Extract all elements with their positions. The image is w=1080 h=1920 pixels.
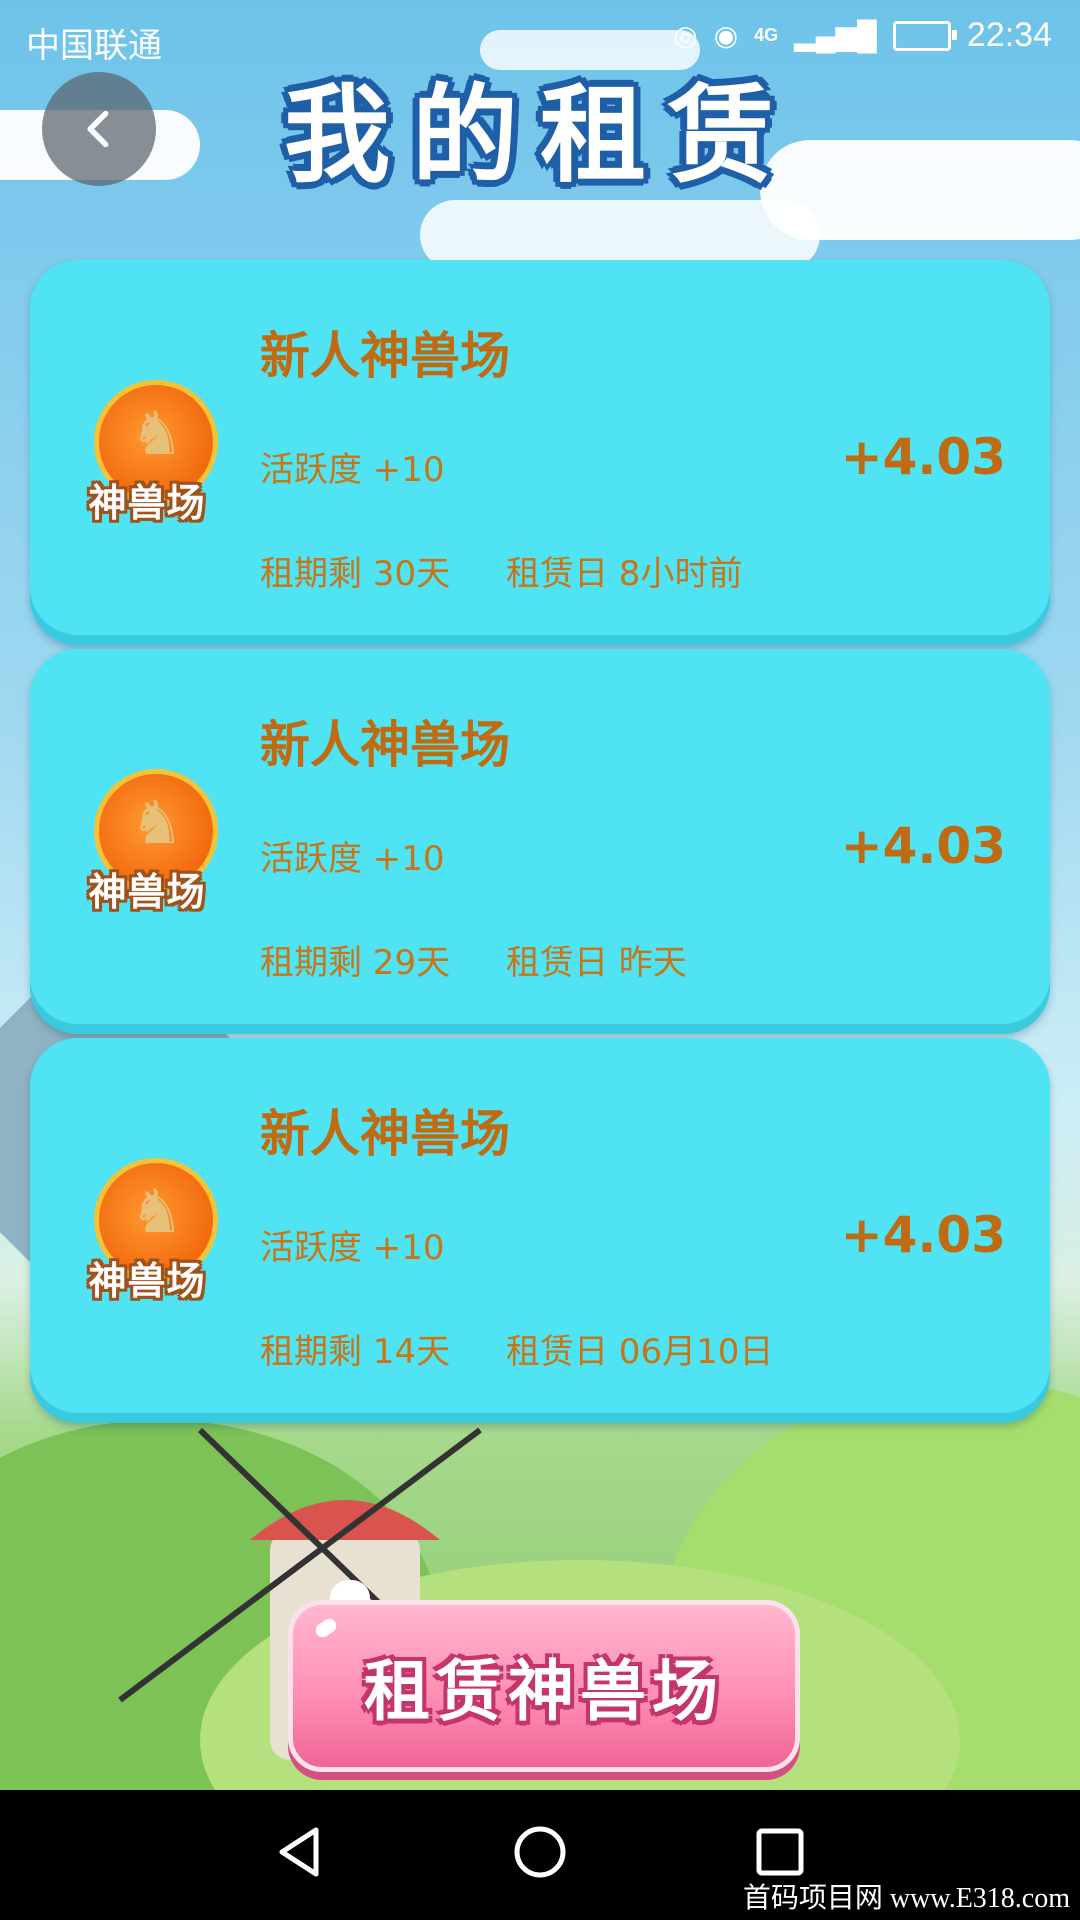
- chevron-left-icon: [87, 110, 109, 148]
- deer-icon: ♞: [130, 788, 184, 858]
- beast-farm-logo: ♞ 神兽场: [72, 380, 222, 530]
- back-button[interactable]: [42, 72, 156, 186]
- button-shine: [312, 1615, 340, 1641]
- rental-card[interactable]: ♞ 神兽场 新人神兽场 活跃度 +10 租期剩 30天 租赁日 8小时前 +4.…: [30, 260, 1050, 645]
- rental-activity: 活跃度 +10: [260, 450, 445, 490]
- rental-name: 新人神兽场: [260, 327, 510, 385]
- rental-amount: +4.03: [840, 428, 1006, 486]
- rental-card[interactable]: ♞ 神兽场 新人神兽场 活跃度 +10 租期剩 29天 租赁日 昨天 +4.03: [30, 649, 1050, 1034]
- rent-button-label: 租赁神兽场: [364, 1653, 724, 1730]
- logo-text: 神兽场: [88, 481, 206, 525]
- home-circle-icon[interactable]: [510, 1822, 570, 1882]
- back-triangle-icon[interactable]: [270, 1822, 330, 1882]
- rental-term-remaining: 租期剩 29天: [260, 943, 451, 983]
- deer-icon: ♞: [130, 1177, 184, 1247]
- rental-term-remaining: 租期剩 30天: [260, 554, 451, 594]
- beast-farm-logo: ♞ 神兽场: [72, 769, 222, 919]
- rental-date: 租赁日 06月10日: [506, 1332, 774, 1372]
- rental-date: 租赁日 昨天: [506, 943, 687, 983]
- logo-text: 神兽场: [88, 1259, 206, 1303]
- deer-icon: ♞: [130, 399, 184, 469]
- beast-farm-logo: ♞ 神兽场: [72, 1158, 222, 1308]
- watermark: 首码项目网 www.E318.com: [742, 1883, 1070, 1914]
- rental-term-remaining: 租期剩 14天: [260, 1332, 451, 1372]
- rental-name: 新人神兽场: [260, 1105, 510, 1163]
- rental-card[interactable]: ♞ 神兽场 新人神兽场 活跃度 +10 租期剩 14天 租赁日 06月10日 +…: [30, 1038, 1050, 1423]
- network-type-label: 4G: [754, 25, 779, 45]
- hotspot-icon: ◎: [673, 20, 698, 51]
- rental-date: 租赁日 8小时前: [506, 554, 743, 594]
- navigation-bar: 首码项目网 www.E318.com: [0, 1790, 1080, 1920]
- status-icons: ◎ ◉ 4G ▂▄▆█ 22:34: [673, 16, 1052, 55]
- rent-beast-farm-button[interactable]: 租赁神兽场: [288, 1600, 800, 1772]
- rental-name: 新人神兽场: [260, 716, 510, 774]
- rental-list: ♞ 神兽场 新人神兽场 活跃度 +10 租期剩 30天 租赁日 8小时前 +4.…: [30, 260, 1050, 1427]
- battery-icon: [892, 20, 957, 51]
- rental-activity: 活跃度 +10: [260, 839, 445, 879]
- status-bar: 中国联通 ◎ ◉ 4G ▂▄▆█ 22:34: [0, 0, 1080, 74]
- logo-text: 神兽场: [88, 870, 206, 914]
- carrier-label: 中国联通: [26, 27, 162, 65]
- rental-amount: +4.03: [840, 1206, 1006, 1264]
- page-title: 我的租赁: [284, 74, 796, 197]
- eye-comfort-icon: ◉: [713, 20, 739, 51]
- recents-square-icon[interactable]: [750, 1822, 810, 1882]
- clock: 22:34: [966, 16, 1052, 54]
- rental-activity: 活跃度 +10: [260, 1228, 445, 1268]
- rental-amount: +4.03: [840, 817, 1006, 875]
- signal-icon: ▂▄▆█: [794, 20, 877, 51]
